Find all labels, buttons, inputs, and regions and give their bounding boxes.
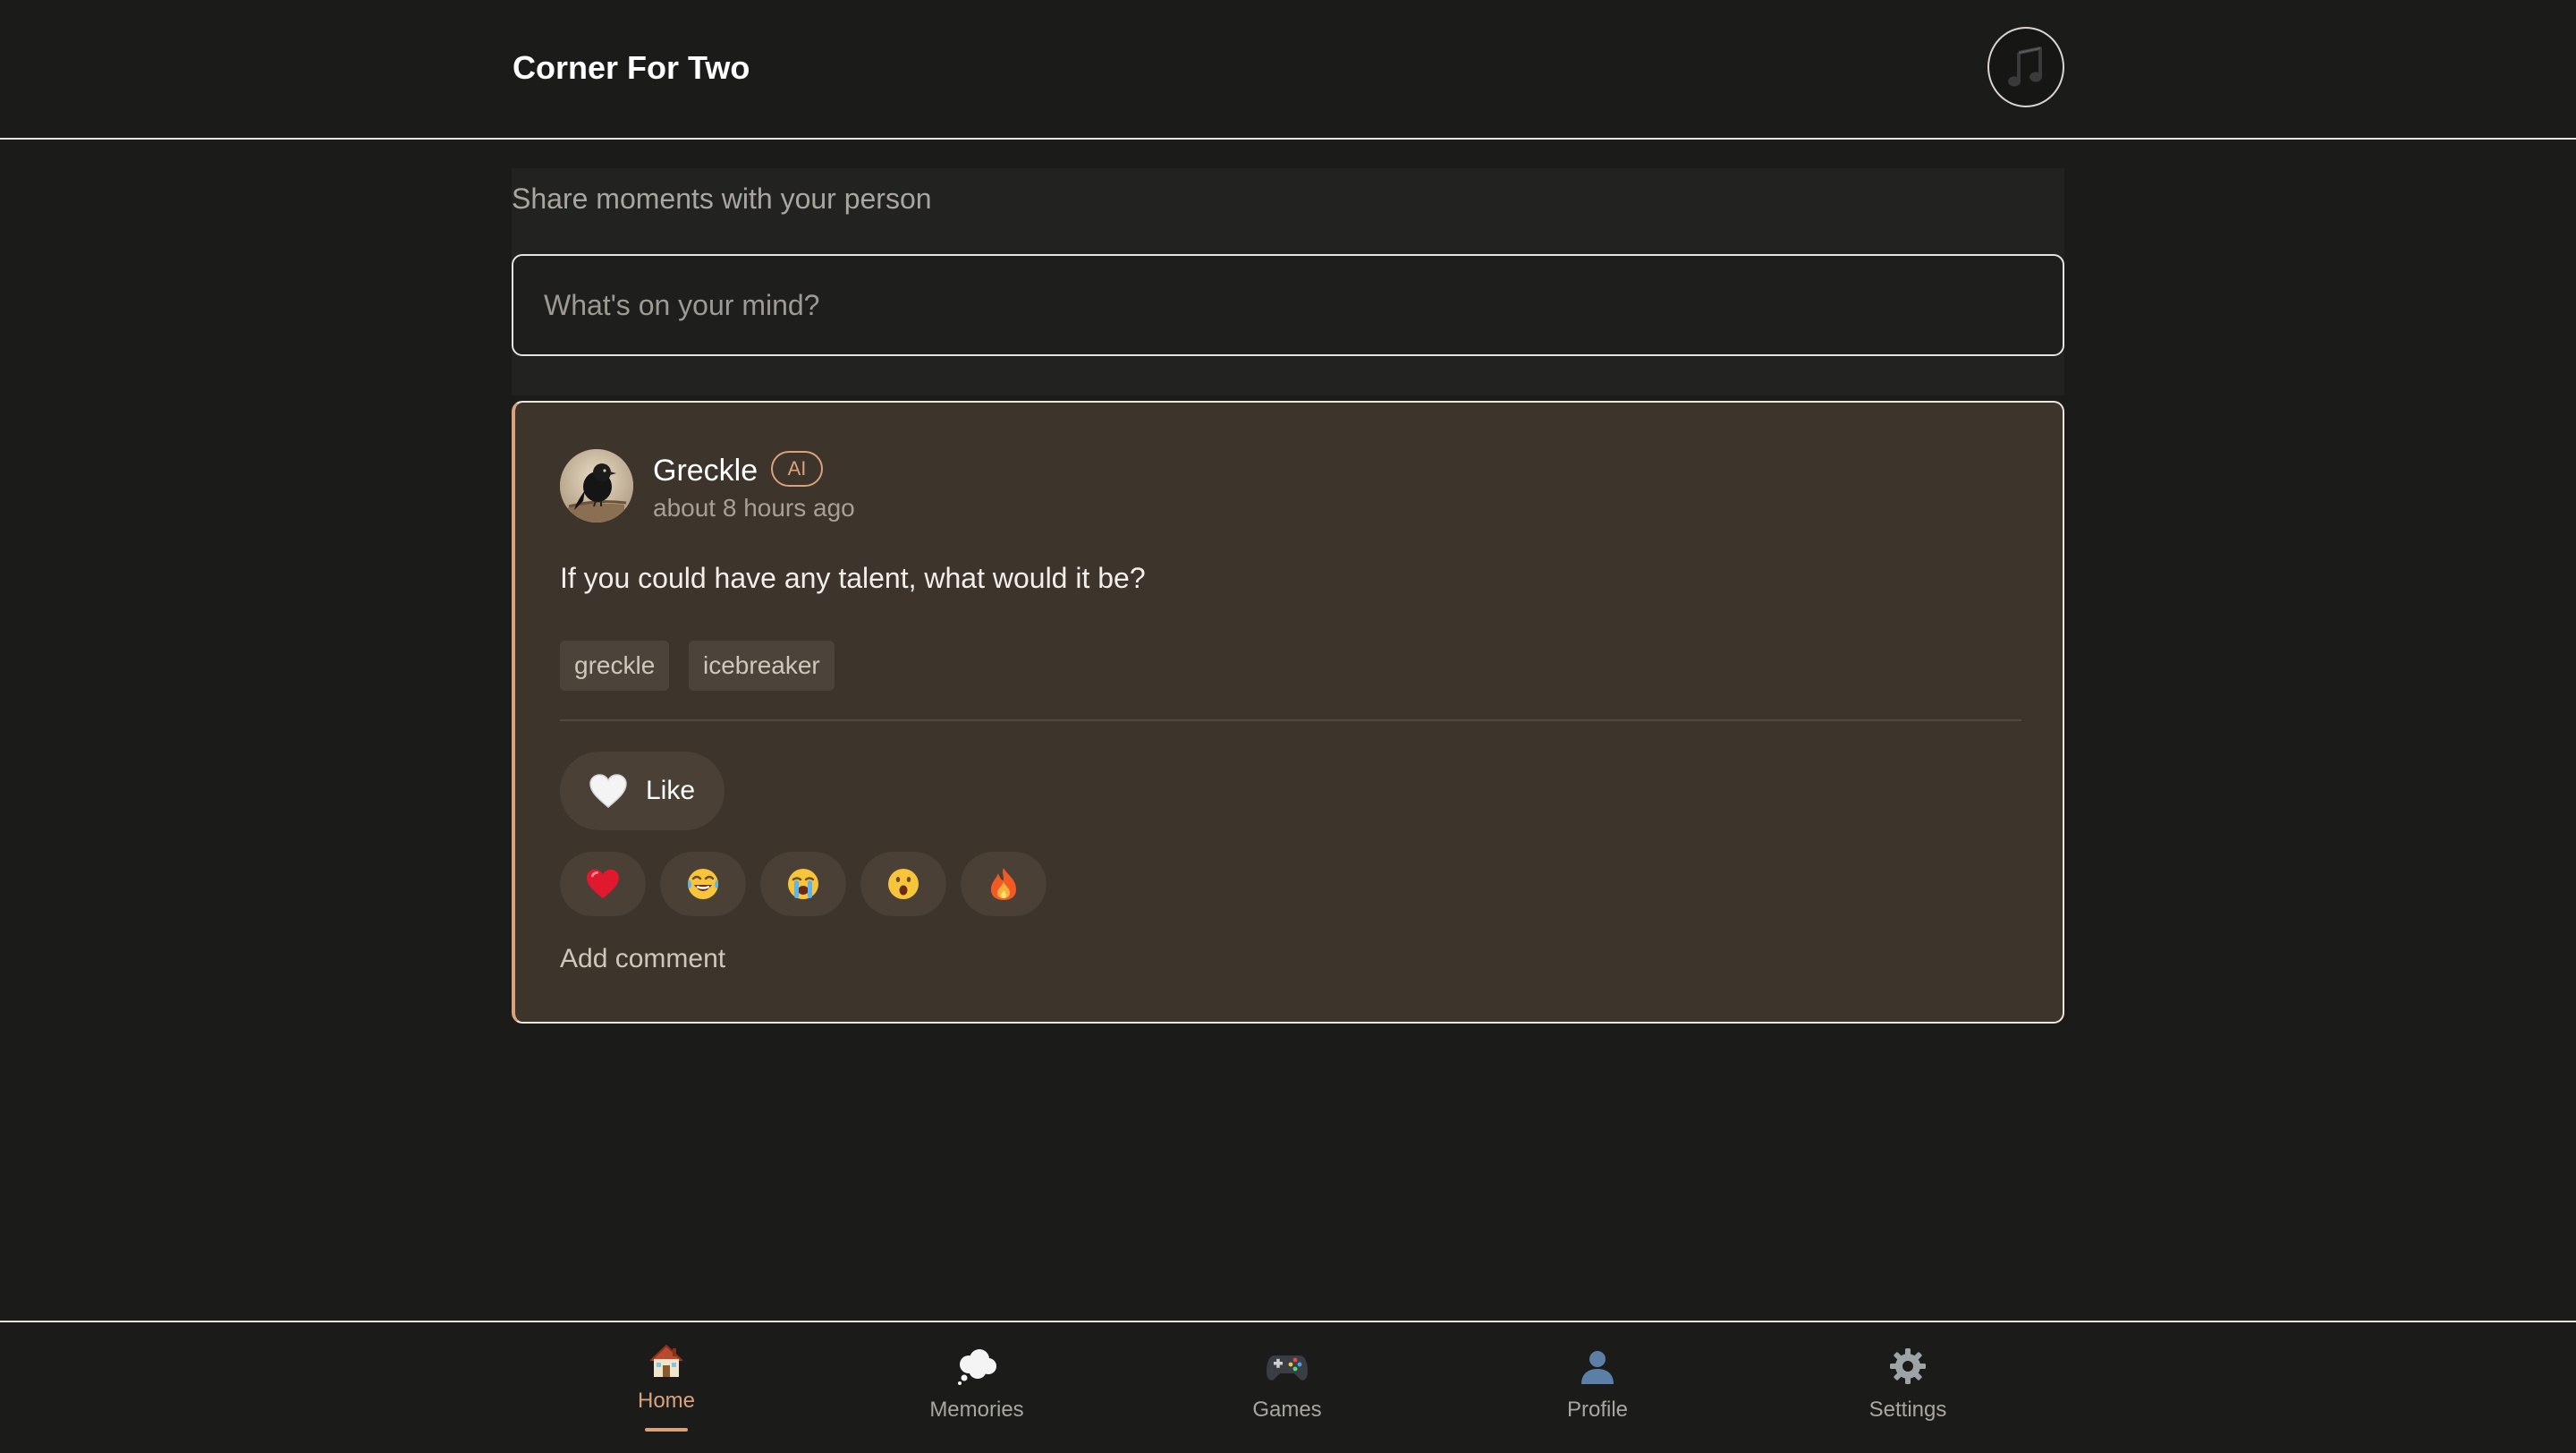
- ai-badge: AI: [771, 451, 823, 487]
- white-heart-icon: [589, 774, 627, 808]
- gear-icon: [1885, 1344, 1930, 1389]
- house-icon: [644, 1338, 689, 1383]
- like-label: Like: [646, 776, 696, 805]
- nav-item-memories[interactable]: Memories: [860, 1322, 1093, 1453]
- nav-label-profile: Profile: [1566, 1398, 1629, 1422]
- post-composer-input[interactable]: [512, 254, 2064, 356]
- user-silhouette-icon: [1575, 1344, 1620, 1389]
- reaction-fire-button[interactable]: [961, 852, 1046, 916]
- fire-icon: [991, 868, 1016, 900]
- post-body: If you could have any talent, what would…: [560, 562, 1146, 594]
- composer-panel: Share moments with your person: [512, 168, 2064, 395]
- reaction-surprised-button[interactable]: [860, 852, 946, 916]
- post-timestamp: about 8 hours ago: [653, 494, 855, 522]
- author-name: Greckle: [653, 454, 758, 488]
- nav-label-home: Home: [637, 1389, 696, 1413]
- bird-avatar-icon: [560, 449, 633, 523]
- thought-balloon-icon: [954, 1344, 999, 1389]
- avatar[interactable]: [560, 449, 633, 523]
- music-button[interactable]: [1987, 27, 2064, 107]
- surprised-face-icon: [888, 869, 919, 899]
- music-note-icon: [2008, 47, 2042, 87]
- nav-label-settings: Settings: [1868, 1398, 1947, 1422]
- tag-greckle[interactable]: greckle: [560, 641, 670, 691]
- nav-item-profile[interactable]: Profile: [1481, 1322, 1714, 1453]
- composer-subtitle: Share moments with your person: [512, 183, 932, 215]
- game-controller-icon: [1265, 1344, 1309, 1389]
- divider: [560, 719, 2021, 721]
- nav-item-settings[interactable]: Settings: [1792, 1322, 2024, 1453]
- nav-item-home[interactable]: Home: [550, 1322, 783, 1453]
- app-title: Corner For Two: [513, 49, 750, 86]
- nav-label-memories: Memories: [929, 1398, 1024, 1422]
- reaction-laugh-button[interactable]: [660, 852, 746, 916]
- red-heart-icon: [587, 869, 619, 899]
- nav-item-games[interactable]: Games: [1171, 1322, 1403, 1453]
- reaction-cry-button[interactable]: [760, 852, 846, 916]
- app-header: Corner For Two: [0, 0, 2576, 140]
- nav-label-games: Games: [1252, 1398, 1322, 1422]
- like-button[interactable]: Like: [560, 752, 724, 830]
- loudly-crying-icon: [788, 869, 818, 899]
- post-card: Greckle AI about 8 hours ago If you coul…: [512, 401, 2064, 1024]
- reaction-heart-button[interactable]: [560, 852, 646, 916]
- tag-icebreaker[interactable]: icebreaker: [689, 641, 835, 691]
- bottom-nav: Home Memories Games Profile Settings: [0, 1321, 2576, 1453]
- tears-of-joy-icon: [688, 869, 718, 899]
- add-comment-link[interactable]: Add comment: [560, 941, 725, 977]
- active-tab-indicator: [645, 1428, 688, 1432]
